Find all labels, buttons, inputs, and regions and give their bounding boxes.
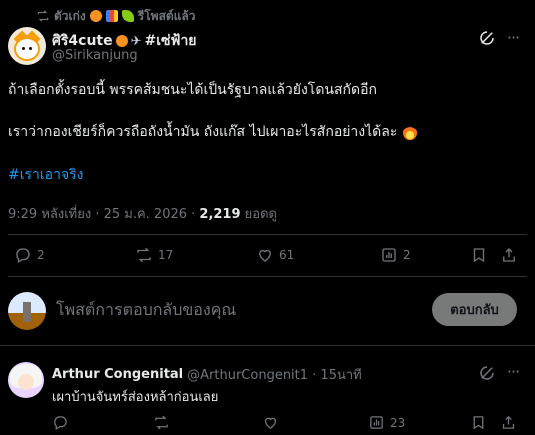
grok-icon[interactable] <box>478 29 496 47</box>
fire-emoji-icon <box>403 124 418 140</box>
repost-count: 17 <box>158 248 174 262</box>
author-avatar[interactable] <box>8 27 46 65</box>
like-count: 61 <box>279 248 295 262</box>
reply-button[interactable]: 2 <box>14 246 45 264</box>
share-button[interactable] <box>500 246 518 264</box>
orange-emoji-icon <box>89 10 102 22</box>
heart-icon <box>264 417 277 429</box>
hashtag-link[interactable]: #เราเอาจริง <box>8 165 528 185</box>
share-icon <box>502 415 515 429</box>
my-avatar <box>8 292 46 330</box>
reply-icon <box>54 416 67 431</box>
bar-chart-icon <box>370 416 383 429</box>
orange-emoji-icon <box>115 35 128 47</box>
like-button[interactable]: 61 <box>256 246 294 264</box>
more-options-icon[interactable]: ··· <box>503 364 523 382</box>
views-label: ยอดดู <box>240 207 277 222</box>
comment-reply-button[interactable] <box>52 414 69 431</box>
divider <box>0 345 535 346</box>
post-text-line-2: เราว่ากองเชียร์ก็ควรถือถังน้ำมัน ถังแก๊ส… <box>8 122 528 142</box>
repost-icon <box>137 247 151 263</box>
divider <box>8 234 527 235</box>
bar-chart-icon <box>382 248 396 262</box>
comment-author-row: Arthur Congenital @ArthurCongenit1 · 15น… <box>52 364 362 385</box>
comment-author-avatar[interactable] <box>8 362 44 398</box>
post-meta: 9:29 หลังเที่ยง · 25 ม.ค. 2026 · 2,219 ย… <box>8 203 277 224</box>
comment-text: เผาบ้านจันทร์ส่องหล้าก่อนเลย <box>52 390 219 405</box>
reply-input[interactable]: โพสต์การตอบกลับของคุณ <box>56 298 236 323</box>
more-options-icon[interactable]: ··· <box>503 30 523 48</box>
comment-like-button[interactable] <box>262 414 279 431</box>
grok-icon[interactable] <box>478 364 496 382</box>
post-text-line-1: ถ้าเลือกตั้งรอบนี้ พรรคส้มชนะได้เป็นรัฐบ… <box>8 82 377 98</box>
reply-count: 2 <box>37 248 45 262</box>
repost-icon <box>37 10 49 22</box>
divider <box>8 276 527 277</box>
comment-bookmark-button[interactable] <box>470 414 487 431</box>
repost-suffix: รีโพสต์แล้ว <box>137 8 196 23</box>
repost-button[interactable]: 17 <box>135 246 173 264</box>
reply-icon <box>16 248 30 263</box>
bookmark-icon <box>473 248 485 263</box>
comment-handle-time[interactable]: @ArthurCongenit1 · 15นาที <box>187 364 362 385</box>
comment-share-button[interactable] <box>500 414 517 431</box>
post-timestamp[interactable]: 9:29 หลังเที่ยง · 25 ม.ค. 2026 · <box>8 207 199 222</box>
views-stat: 2 <box>403 248 411 262</box>
comment-author-name[interactable]: Arthur Congenital <box>52 367 183 382</box>
author-tag[interactable]: #เซ่ฟ้าย <box>145 30 197 52</box>
comment-analytics-button[interactable]: 23 <box>368 414 405 431</box>
analytics-button[interactable]: 2 <box>380 246 411 264</box>
leaf-emoji-icon <box>121 10 134 22</box>
repost-indicator[interactable]: ตัวเก่ง รีโพสต์แล้ว <box>36 7 196 25</box>
heart-icon <box>259 249 271 262</box>
reply-submit-button[interactable]: ตอบกลับ <box>432 293 517 326</box>
comment-views-stat: 23 <box>390 415 406 430</box>
books-emoji-icon <box>105 10 118 22</box>
views-count: 2,219 <box>199 207 241 222</box>
repost-icon <box>155 415 168 430</box>
post-text-line-2-text: เราว่ากองเชียร์ก็ควรถือถังน้ำมัน ถังแก๊ส… <box>8 124 398 140</box>
bookmark-button[interactable] <box>470 246 488 264</box>
comment-repost-button[interactable] <box>153 414 170 431</box>
reposter-name: ตัวเก่ง <box>54 8 86 23</box>
bookmark-icon <box>473 416 484 430</box>
author-handle[interactable]: @Sirikanjung <box>52 48 138 63</box>
airplane-emoji-icon: ✈ <box>130 33 142 49</box>
share-icon <box>503 248 515 262</box>
post-detail-page: ตัวเก่ง รีโพสต์แล้ว ศิริ4cute ✈ #เซ่ฟ้าย… <box>0 0 535 435</box>
